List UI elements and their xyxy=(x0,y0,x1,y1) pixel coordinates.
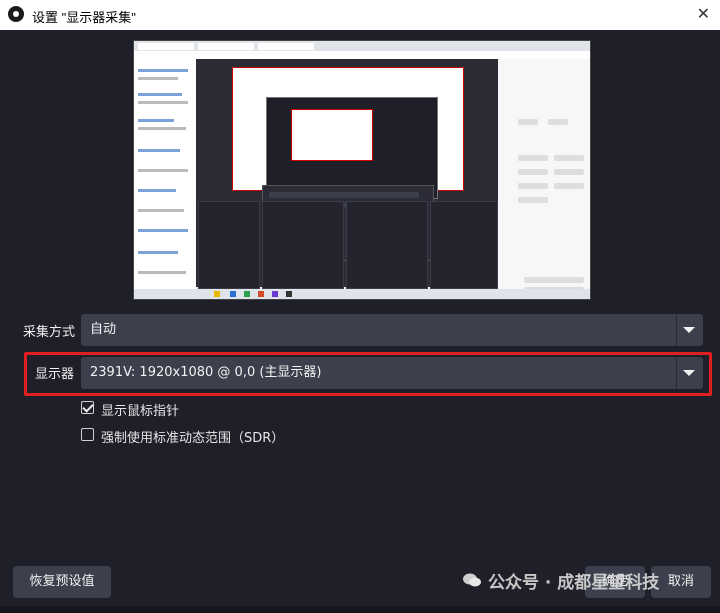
title-bar: 设置 "显示器采集" ✕ xyxy=(0,0,720,30)
obs-logo-icon xyxy=(8,6,24,22)
capture-preview-image xyxy=(133,40,591,300)
close-icon[interactable]: ✕ xyxy=(697,4,710,23)
window-title: 设置 "显示器采集" xyxy=(32,10,136,25)
capture-method-select[interactable]: 自动 xyxy=(81,314,703,346)
chevron-down-icon xyxy=(683,327,695,333)
checkbox-box[interactable] xyxy=(81,428,94,441)
restore-defaults-button[interactable]: 恢复预设值 xyxy=(13,566,111,598)
preview-area xyxy=(12,32,708,300)
display-value: 2391V: 1920x1080 @ 0,0 (主显示器) xyxy=(90,365,322,380)
force-sdr-label: 强制使用标准动态范围（SDR） xyxy=(101,431,285,446)
display-select[interactable]: 2391V: 1920x1080 @ 0,0 (主显示器) xyxy=(81,357,703,389)
watermark-text: 公众号 · 成都星望科技 xyxy=(488,573,660,593)
capture-method-label: 采集方式 xyxy=(23,325,76,340)
checkbox-box[interactable] xyxy=(81,401,94,414)
chevron-down-icon xyxy=(683,370,695,376)
capture-method-value: 自动 xyxy=(90,322,117,337)
show-cursor-label: 显示鼠标指针 xyxy=(101,404,180,419)
cancel-button[interactable]: 取消 xyxy=(651,566,711,598)
display-label: 显示器 xyxy=(35,367,75,382)
wechat-icon xyxy=(463,573,481,587)
check-icon xyxy=(82,401,94,413)
bottom-strip xyxy=(0,606,720,613)
